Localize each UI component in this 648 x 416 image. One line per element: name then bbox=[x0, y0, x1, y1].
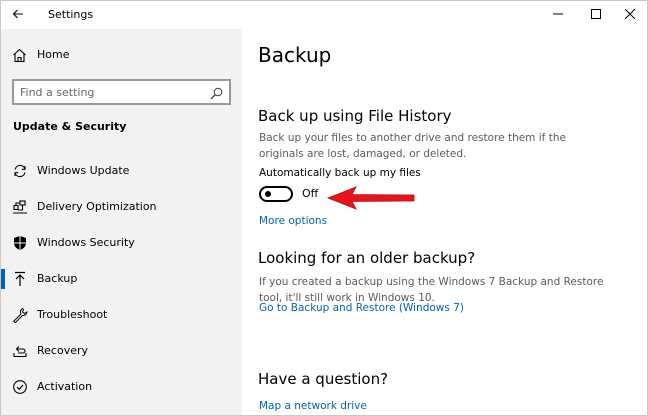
sidebar-item-delivery-optimization[interactable]: Delivery Optimization bbox=[1, 193, 242, 221]
backup-arrow-icon bbox=[12, 271, 28, 287]
shield-icon bbox=[12, 235, 28, 251]
close-icon bbox=[625, 9, 635, 19]
sidebar-item-windows-security[interactable]: Windows Security bbox=[1, 229, 242, 257]
search-input[interactable] bbox=[20, 83, 200, 101]
sidebar-item-windows-update[interactable]: Windows Update bbox=[1, 157, 242, 185]
toggle-state-text: Off bbox=[302, 187, 319, 200]
back-arrow-icon bbox=[12, 9, 23, 19]
sidebar-item-recovery[interactable]: Recovery bbox=[1, 337, 242, 365]
settings-window: Settings Home Find a setting Update & Se… bbox=[0, 0, 648, 416]
older-backup-heading: Looking for an older backup? bbox=[258, 249, 476, 267]
back-button[interactable] bbox=[7, 3, 29, 25]
sidebar-item-label: Windows Security bbox=[37, 236, 135, 249]
toggle-knob bbox=[265, 191, 271, 197]
annotation-arrow-icon bbox=[326, 186, 415, 210]
sidebar-item-label: Troubleshoot bbox=[37, 308, 108, 321]
page-title: Backup bbox=[258, 43, 332, 67]
sidebar-item-home[interactable]: Home bbox=[1, 44, 242, 68]
close-button[interactable] bbox=[613, 3, 647, 25]
auto-backup-label: Automatically back up my files bbox=[259, 167, 421, 179]
sidebar-item-activation[interactable]: Activation bbox=[1, 373, 242, 401]
sync-icon bbox=[12, 163, 28, 179]
maximize-icon bbox=[591, 9, 601, 19]
auto-backup-toggle[interactable] bbox=[259, 186, 293, 202]
minimize-button[interactable] bbox=[541, 3, 575, 25]
sidebar: Home Update & Security Windows bbox=[1, 29, 242, 415]
sidebar-item-label: Home bbox=[37, 48, 70, 61]
home-icon bbox=[12, 48, 27, 67]
sidebar-item-label: Backup bbox=[37, 272, 78, 285]
title-bar: Settings bbox=[1, 1, 647, 29]
wrench-icon bbox=[12, 307, 28, 323]
sidebar-item-troubleshoot[interactable]: Troubleshoot bbox=[1, 301, 242, 329]
question-heading: Have a question? bbox=[258, 370, 389, 388]
sidebar-item-label: Activation bbox=[37, 380, 93, 393]
maximize-button[interactable] bbox=[579, 3, 613, 25]
map-network-drive-link[interactable]: Map a network drive bbox=[259, 400, 367, 412]
main-content: Backup Back up using File History Back u… bbox=[242, 29, 647, 415]
sidebar-item-backup[interactable]: Backup bbox=[1, 265, 242, 293]
active-indicator bbox=[1, 269, 5, 289]
file-history-heading: Back up using File History bbox=[258, 107, 452, 125]
delivery-optimization-icon bbox=[12, 199, 28, 215]
sidebar-section-title: Update & Security bbox=[13, 120, 127, 133]
minimize-icon bbox=[553, 13, 563, 15]
backup-restore-windows7-link[interactable]: Go to Backup and Restore (Windows 7) bbox=[259, 302, 464, 314]
more-options-link[interactable]: More options bbox=[259, 215, 327, 227]
activation-check-icon bbox=[12, 379, 28, 395]
search-box bbox=[12, 79, 231, 105]
recovery-icon bbox=[12, 343, 28, 359]
window-title: Settings bbox=[48, 8, 94, 21]
sidebar-item-label: Delivery Optimization bbox=[37, 200, 157, 213]
search-icon[interactable] bbox=[210, 85, 223, 104]
sidebar-item-label: Windows Update bbox=[37, 164, 130, 177]
file-history-description: Back up your files to another drive and … bbox=[259, 132, 566, 160]
sidebar-item-label: Recovery bbox=[37, 344, 89, 357]
